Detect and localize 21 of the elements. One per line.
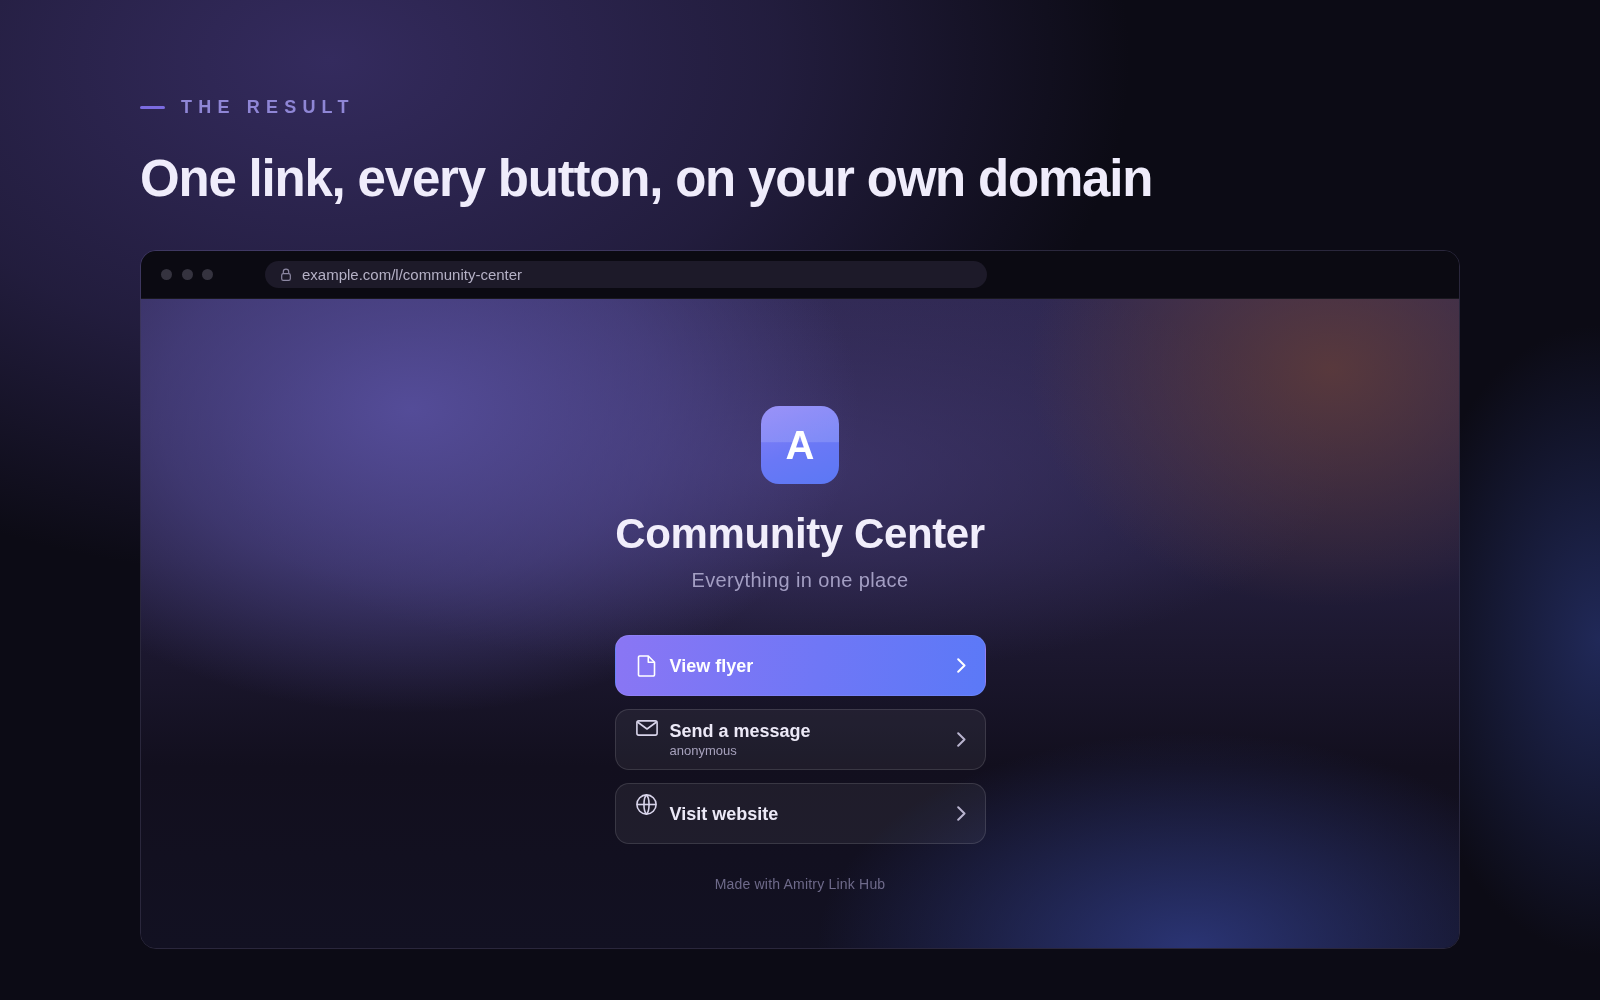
link-button[interactable]: Visit website: [614, 783, 986, 844]
file-icon: [637, 654, 656, 677]
profile-avatar: A: [761, 406, 839, 484]
window-dot-icon: [181, 269, 193, 280]
link-button[interactable]: View flyer: [614, 635, 986, 696]
link-button[interactable]: Send a message anonymous: [614, 709, 986, 770]
window-dot-icon: [161, 269, 172, 280]
chevron-icon: [956, 658, 966, 673]
envelope-icon: [635, 720, 658, 736]
chevron-icon: [956, 806, 966, 821]
lock-icon: [281, 268, 291, 281]
footer-credit: Made with Amitry Link Hub: [714, 875, 886, 894]
profile-name: Community Center: [615, 509, 985, 559]
address-field[interactable]: example.com/l/community-center: [265, 261, 987, 288]
profile-tagline: Everything in one place: [691, 568, 909, 593]
dash-icon: [140, 105, 165, 109]
globe-icon: [636, 794, 657, 815]
chevron-icon: [956, 732, 966, 747]
window-dot-icon: [202, 269, 213, 280]
section-eyebrow: THE RESULT: [181, 96, 355, 118]
headline: One link, every button, on your own domain: [140, 149, 1153, 209]
